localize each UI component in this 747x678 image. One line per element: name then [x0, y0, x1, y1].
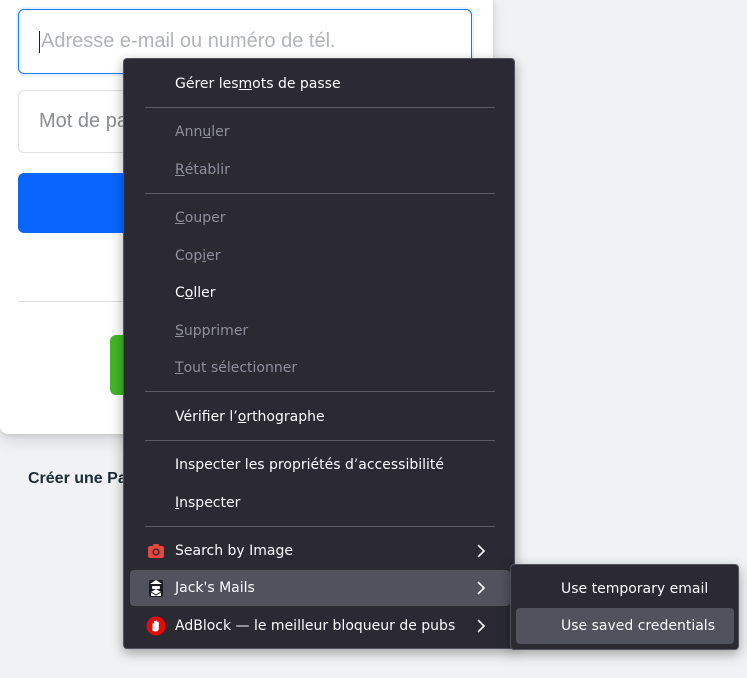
- adblock-hand-icon: [146, 616, 166, 636]
- spy-mail-icon: [149, 580, 163, 597]
- menu-item-copy[interactable]: Cop i er: [130, 238, 510, 274]
- menu-item-paste[interactable]: Co ller: [130, 275, 510, 311]
- menu-item-delete[interactable]: Supprimer: [130, 313, 510, 349]
- menu-separator: [145, 440, 495, 441]
- text-caret: [39, 30, 40, 53]
- chevron-right-icon: [477, 619, 486, 633]
- menu-separator: [145, 107, 495, 108]
- menu-separator: [145, 526, 495, 527]
- menu-item-undo[interactable]: Ann u ler: [130, 114, 510, 150]
- submenu-item-saved-credentials[interactable]: Use saved credentials: [516, 608, 734, 644]
- menu-separator: [145, 193, 495, 194]
- menu-item-spellcheck[interactable]: Vérifier l’ o rthographe: [130, 399, 510, 435]
- context-menu: Gérer les m ots de passe Ann u ler Rétablir…: [123, 58, 515, 649]
- menu-item-manage-passwords[interactable]: Gérer les m ots de passe: [130, 66, 510, 102]
- chevron-right-icon: [477, 581, 486, 595]
- menu-item-inspect[interactable]: Inspecter: [130, 485, 510, 521]
- menu-item-cut[interactable]: Couper: [130, 200, 510, 236]
- jacks-mails-submenu: Use temporary email Use saved credential…: [510, 564, 739, 650]
- submenu-item-temp-email[interactable]: Use temporary email: [516, 571, 734, 607]
- menu-item-adblock[interactable]: AdBlock — le meilleur bloqueur de pubs: [130, 608, 510, 644]
- menu-item-redo[interactable]: Rétablir: [130, 152, 510, 188]
- camera-icon: [148, 544, 164, 558]
- menu-item-search-by-image[interactable]: Search by Image: [130, 533, 510, 569]
- chevron-right-icon: [477, 544, 486, 558]
- menu-item-select-all[interactable]: Tout sélectionner: [130, 350, 510, 386]
- menu-item-inspect-accessibility[interactable]: Inspecter les propriétés d’accessibilité: [130, 447, 510, 483]
- menu-item-jacks-mails[interactable]: Jack's Mails: [130, 570, 510, 606]
- email-placeholder: Adresse e-mail ou numéro de tél.: [41, 30, 336, 52]
- menu-separator: [145, 391, 495, 392]
